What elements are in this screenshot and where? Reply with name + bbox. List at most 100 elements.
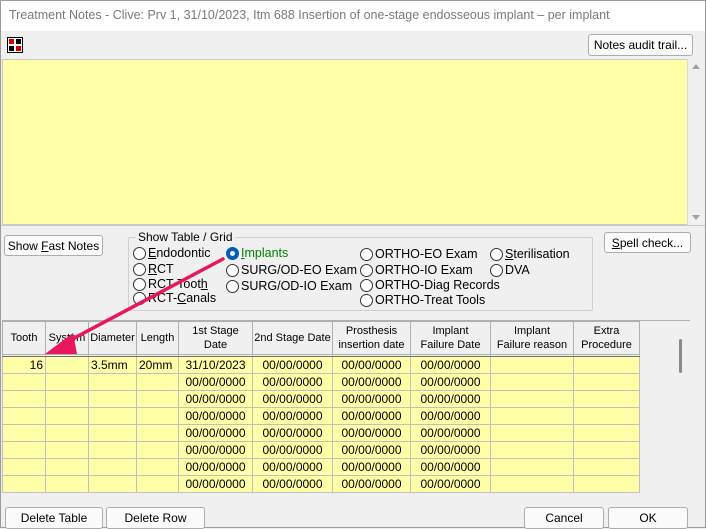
radio-endodontic[interactable]: Endodontic [133, 246, 211, 260]
cell-stage1[interactable]: 00/00/0000 [178, 390, 253, 408]
cell-stage2[interactable]: 00/00/0000 [252, 458, 333, 476]
col-header-extra-procedure[interactable]: Extra Procedure [573, 321, 640, 355]
cell-system[interactable] [45, 390, 89, 408]
cell-extra[interactable] [573, 356, 640, 374]
cell-extra[interactable] [573, 390, 640, 408]
grid-scrollbar-thumb[interactable] [679, 339, 682, 373]
cell-failure-reason[interactable] [490, 441, 574, 459]
col-header-diameter[interactable]: Diameter [88, 321, 137, 355]
notes-scrollbar[interactable] [687, 59, 703, 225]
cell-failure-date[interactable]: 00/00/0000 [410, 407, 491, 425]
scroll-down-icon[interactable] [692, 215, 700, 220]
radio-ortho-io[interactable]: ORTHO-IO Exam [360, 263, 473, 277]
cell-failure-date[interactable]: 00/00/0000 [410, 424, 491, 442]
delete-row-button[interactable]: Delete Row [106, 507, 205, 529]
cell-failure-date[interactable]: 00/00/0000 [410, 458, 491, 476]
cell-diameter[interactable] [88, 390, 137, 408]
cell-stage1[interactable]: 00/00/0000 [178, 475, 253, 493]
cell-prosthesis[interactable]: 00/00/0000 [332, 441, 411, 459]
cell-failure-date[interactable]: 00/00/0000 [410, 356, 491, 374]
cell-diameter[interactable]: 3.5mm [88, 356, 137, 374]
col-header-2nd-stage-date[interactable]: 2nd Stage Date [252, 321, 333, 355]
cell-failure-date[interactable]: 00/00/0000 [410, 475, 491, 493]
cell-failure-date[interactable]: 00/00/0000 [410, 373, 491, 391]
ok-button[interactable]: OK [608, 507, 688, 529]
scroll-up-icon[interactable] [692, 64, 700, 69]
cell-tooth[interactable] [2, 458, 46, 476]
radio-implants[interactable]: Implants [226, 246, 288, 260]
cell-stage1[interactable]: 00/00/0000 [178, 441, 253, 459]
cell-failure-reason[interactable] [490, 458, 574, 476]
cancel-button[interactable]: Cancel [524, 507, 604, 529]
radio-sterilisation[interactable]: Sterilisation [490, 247, 570, 261]
delete-table-button[interactable]: Delete Table [5, 507, 103, 529]
grid-toggle-icon[interactable] [7, 37, 23, 53]
cell-stage2[interactable]: 00/00/0000 [252, 475, 333, 493]
cell-stage1[interactable]: 31/10/2023 [178, 356, 253, 374]
radio-rct[interactable]: RCT [133, 262, 174, 276]
cell-extra[interactable] [573, 475, 640, 493]
cell-system[interactable] [45, 356, 89, 374]
cell-diameter[interactable] [88, 407, 137, 425]
cell-tooth[interactable] [2, 407, 46, 425]
notes-text-area[interactable] [2, 59, 687, 225]
radio-dva[interactable]: DVA [490, 263, 530, 277]
col-header-1st-stage-date[interactable]: 1st Stage Date [178, 321, 253, 355]
cell-extra[interactable] [573, 424, 640, 442]
cell-extra[interactable] [573, 441, 640, 459]
col-header-tooth[interactable]: Tooth [2, 321, 46, 355]
col-header-failure-reason[interactable]: Implant Failure reason [490, 321, 574, 355]
cell-stage1[interactable]: 00/00/0000 [178, 424, 253, 442]
cell-failure-date[interactable]: 00/00/0000 [410, 441, 491, 459]
cell-length[interactable] [136, 373, 179, 391]
col-header-failure-date[interactable]: Implant Failure Date [410, 321, 491, 355]
cell-diameter[interactable] [88, 373, 137, 391]
cell-length[interactable] [136, 407, 179, 425]
cell-stage2[interactable]: 00/00/0000 [252, 441, 333, 459]
cell-diameter[interactable] [88, 424, 137, 442]
cell-length[interactable] [136, 458, 179, 476]
cell-tooth[interactable] [2, 475, 46, 493]
cell-prosthesis[interactable]: 00/00/0000 [332, 356, 411, 374]
cell-length[interactable] [136, 441, 179, 459]
cell-diameter[interactable] [88, 475, 137, 493]
cell-tooth[interactable] [2, 373, 46, 391]
radio-surg-od-eo[interactable]: SURG/OD-EO Exam [226, 263, 357, 277]
cell-prosthesis[interactable]: 00/00/0000 [332, 407, 411, 425]
cell-extra[interactable] [573, 373, 640, 391]
cell-length[interactable] [136, 390, 179, 408]
cell-stage1[interactable]: 00/00/0000 [178, 373, 253, 391]
cell-extra[interactable] [573, 407, 640, 425]
radio-rct-tooth[interactable]: RCT-Tooth [133, 277, 208, 291]
col-header-length[interactable]: Length [136, 321, 179, 355]
cell-prosthesis[interactable]: 00/00/0000 [332, 424, 411, 442]
show-fast-notes-button[interactable]: Show Fast Notes [4, 235, 103, 256]
cell-failure-reason[interactable] [490, 475, 574, 493]
cell-system[interactable] [45, 373, 89, 391]
cell-failure-reason[interactable] [490, 407, 574, 425]
cell-stage2[interactable]: 00/00/0000 [252, 424, 333, 442]
cell-tooth[interactable]: 16 [2, 356, 46, 374]
cell-stage2[interactable]: 00/00/0000 [252, 390, 333, 408]
cell-tooth[interactable] [2, 390, 46, 408]
cell-diameter[interactable] [88, 458, 137, 476]
cell-stage2[interactable]: 00/00/0000 [252, 373, 333, 391]
radio-ortho-eo[interactable]: ORTHO-EO Exam [360, 247, 478, 261]
radio-rct-canals[interactable]: RCT-Canals [133, 291, 216, 305]
cell-prosthesis[interactable]: 00/00/0000 [332, 373, 411, 391]
cell-diameter[interactable] [88, 441, 137, 459]
col-header-system[interactable]: System [45, 321, 89, 355]
cell-failure-date[interactable]: 00/00/0000 [410, 390, 491, 408]
radio-ortho-treat[interactable]: ORTHO-Treat Tools [360, 293, 485, 307]
spell-check-button[interactable]: Spell check... [604, 232, 691, 253]
cell-length[interactable] [136, 475, 179, 493]
cell-system[interactable] [45, 441, 89, 459]
notes-audit-trail-button[interactable]: Notes audit trail... [588, 34, 693, 56]
cell-system[interactable] [45, 475, 89, 493]
cell-prosthesis[interactable]: 00/00/0000 [332, 458, 411, 476]
cell-tooth[interactable] [2, 424, 46, 442]
col-header-prosthesis-date[interactable]: Prosthesis insertion date [332, 321, 411, 355]
cell-stage1[interactable]: 00/00/0000 [178, 407, 253, 425]
cell-failure-reason[interactable] [490, 390, 574, 408]
cell-length[interactable]: 20mm [136, 356, 179, 374]
